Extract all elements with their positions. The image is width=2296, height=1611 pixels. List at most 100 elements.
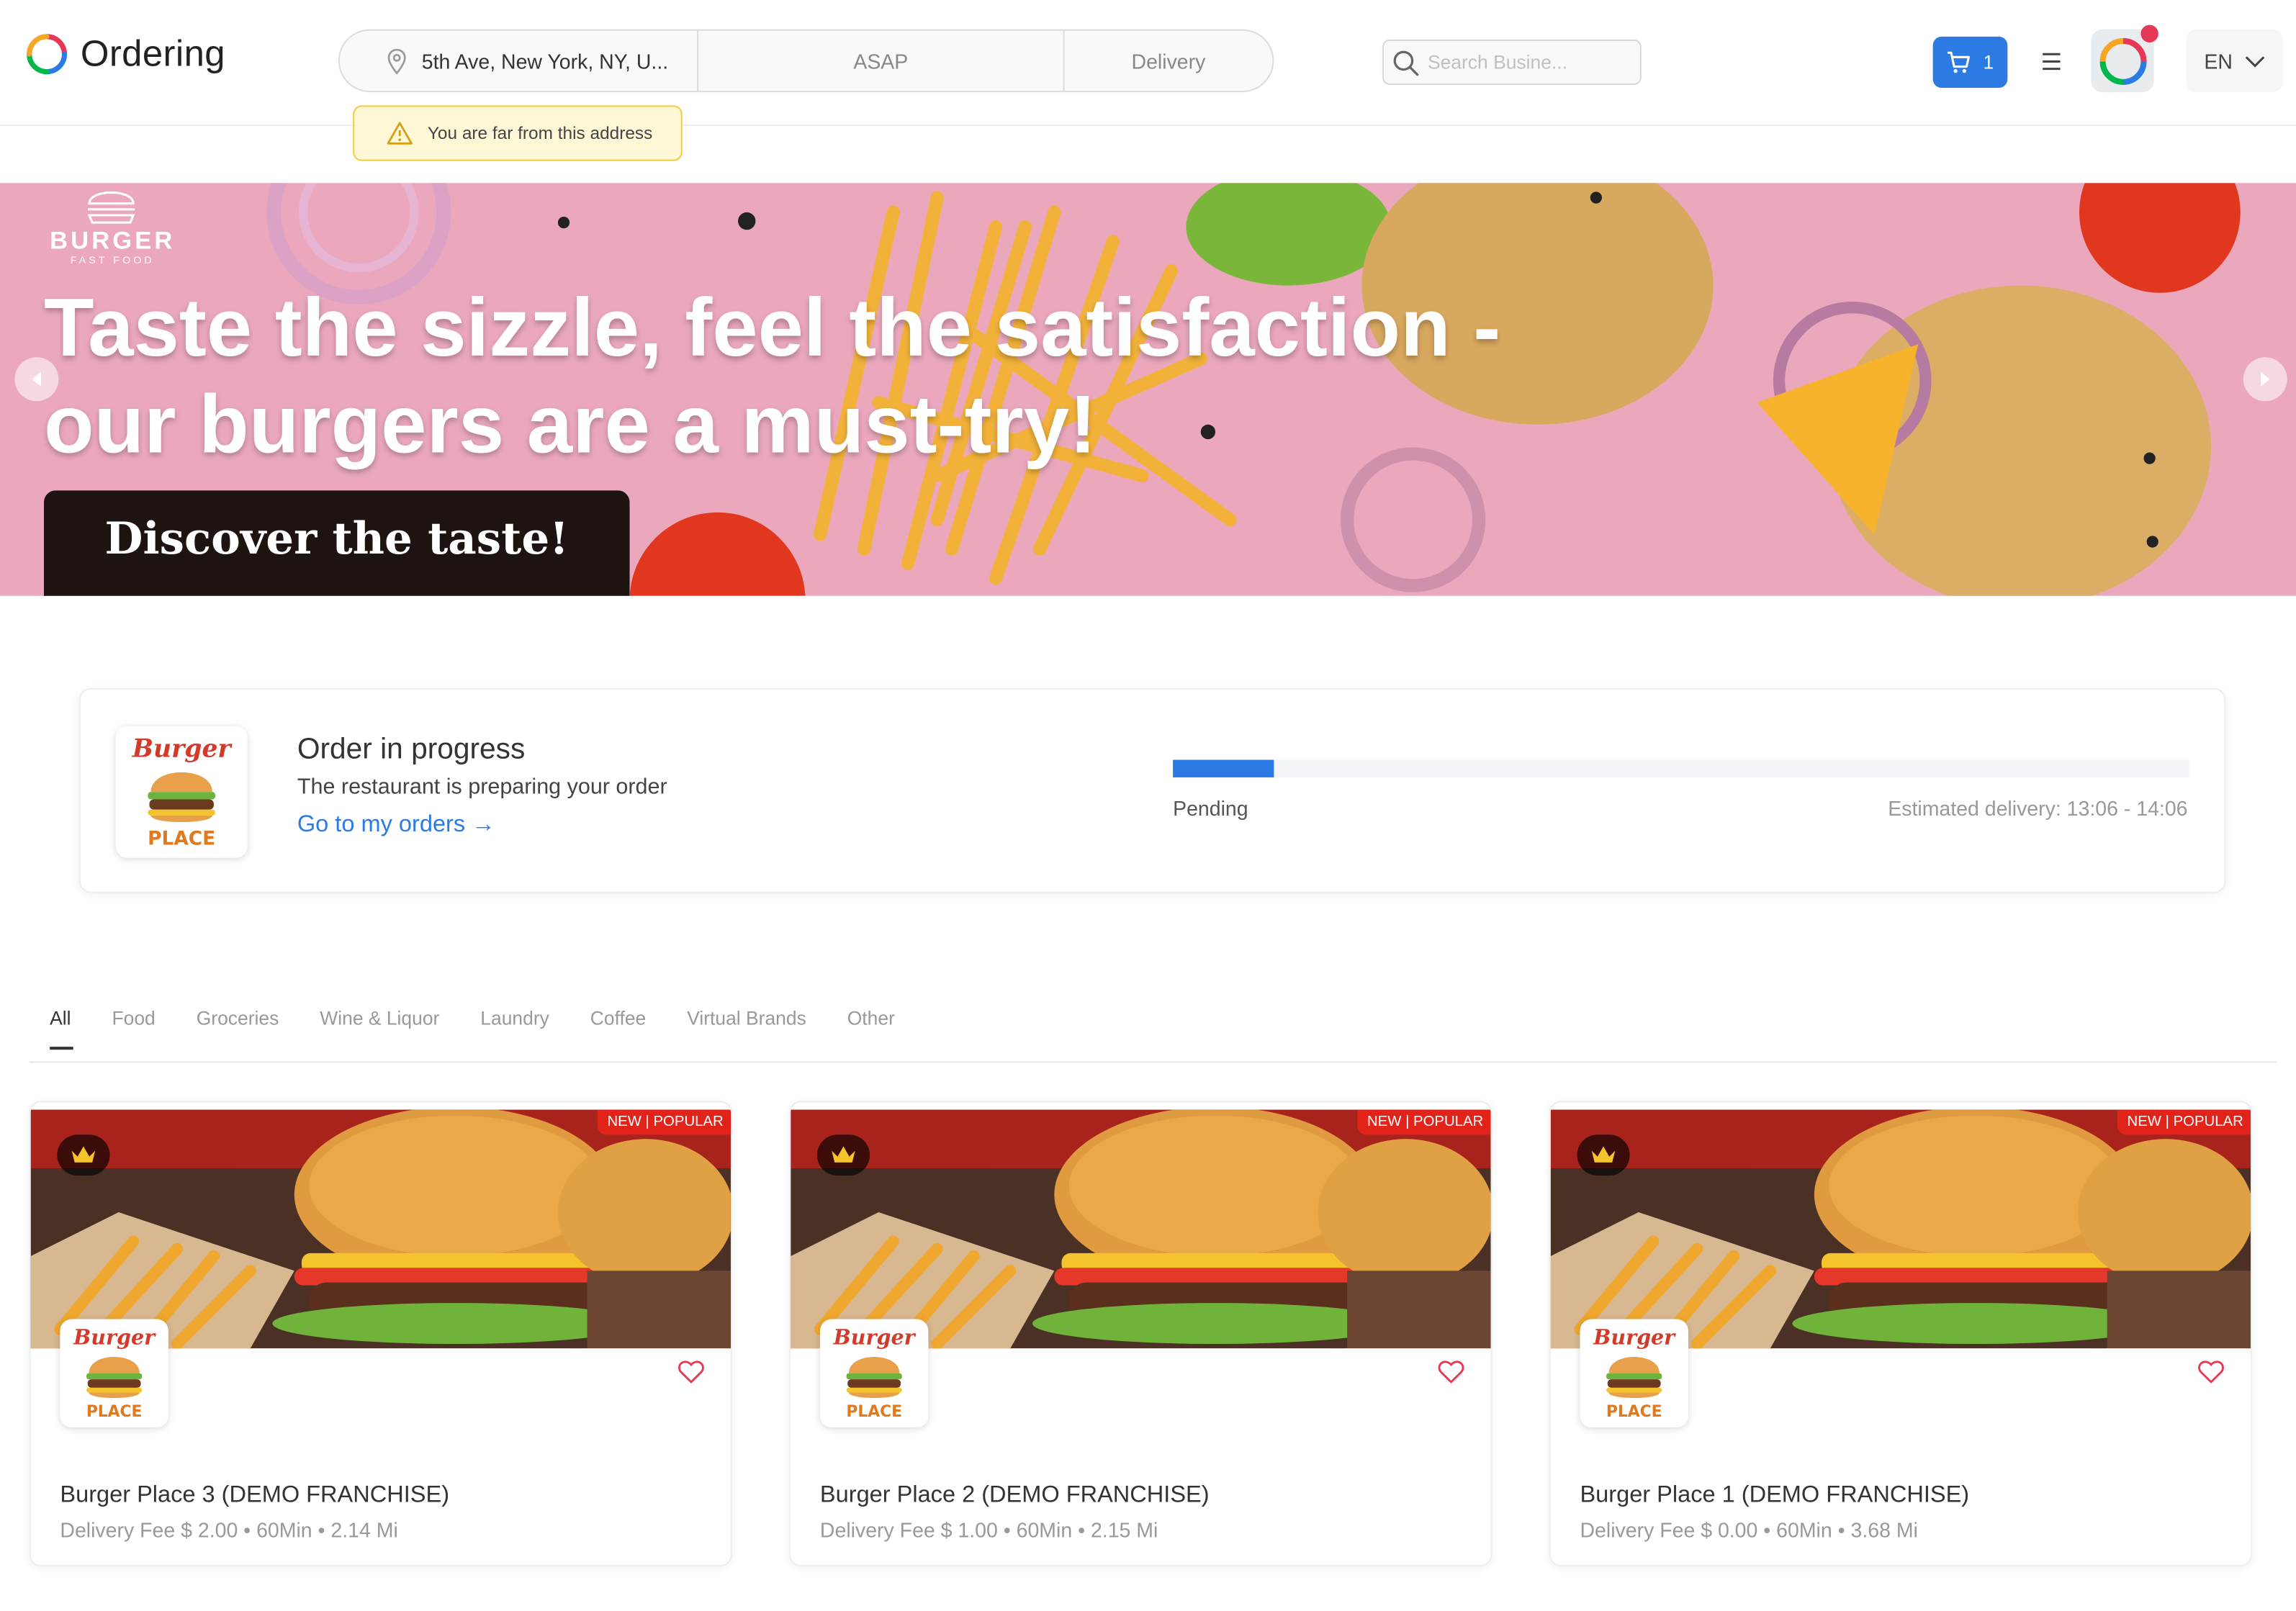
warning-text: You are far from this address [427, 122, 653, 144]
order-eta: Estimated delivery: 13:06 - 14:06 [1888, 796, 2188, 820]
banner-brand-subtitle: FAST FOOD [70, 256, 155, 267]
banner-next-button[interactable] [2243, 357, 2287, 402]
tab-all[interactable]: All [30, 1004, 91, 1061]
cart-icon [1948, 50, 1971, 73]
business-logo: Burger PLACE [1580, 1319, 1688, 1427]
ordering-logo-icon [27, 34, 68, 75]
banner-headline-line1: Taste the sizzle, feel the satisfaction … [44, 281, 1501, 374]
business-meta: Delivery Fee $ 0.00 • 60Min • 3.68 Mi [1580, 1518, 1918, 1542]
business-list: NEW | POPULAR Burger PLACE Burger Place … [29, 1101, 2255, 1569]
address-warning: You are far from this address [353, 105, 683, 161]
favorite-button[interactable] [2198, 1360, 2225, 1391]
order-title: Order in progress [297, 733, 526, 766]
business-name[interactable]: Burger Place 2 (DEMO FRANCHISE) [820, 1483, 1210, 1510]
logo-word-top: Burger [73, 1325, 156, 1350]
burger-place-logo-icon: Burger PLACE [73, 1325, 156, 1422]
business-badge: NEW | POPULAR [597, 1109, 731, 1135]
logo-word-bottom: PLACE [1606, 1403, 1662, 1421]
language-selector[interactable]: EN [2186, 29, 2283, 93]
business-card[interactable]: NEW | POPULAR Burger PLACE Burger Place … [1549, 1101, 2252, 1567]
language-value: EN [2204, 49, 2233, 73]
business-logo: Burger PLACE [819, 1319, 929, 1427]
burger-photo-illustration [30, 1109, 731, 1349]
featured-crown-badge [816, 1134, 870, 1176]
burger-outline-icon [87, 191, 135, 224]
tab-food[interactable]: Food [91, 1004, 176, 1061]
favorite-button[interactable] [678, 1360, 705, 1391]
logo-word-top: Burger [1593, 1325, 1676, 1350]
crown-icon [832, 1146, 855, 1163]
time-value: ASAP [853, 49, 909, 73]
business-card[interactable]: NEW | POPULAR Burger PLACE Burger Place … [29, 1101, 732, 1567]
address-selector[interactable]: 5th Ave, New York, NY, U... [340, 30, 699, 91]
user-avatar[interactable] [2091, 24, 2158, 93]
chevron-left-icon [32, 371, 41, 387]
business-badge: NEW | POPULAR [2117, 1109, 2251, 1135]
top-header: Ordering 5th Ave, New York, NY, U... ASA… [0, 0, 2296, 126]
time-selector[interactable]: ASAP [698, 30, 1065, 91]
tab-wine-liquor[interactable]: Wine & Liquor [300, 1004, 460, 1061]
business-cover-image: NEW | POPULAR [791, 1109, 1491, 1349]
heart-icon [678, 1360, 704, 1384]
crown-icon [71, 1146, 96, 1163]
delivery-mode-selector[interactable]: Delivery [1065, 31, 1273, 91]
business-logo: Burger PLACE [115, 726, 248, 858]
business-name[interactable]: Burger Place 1 (DEMO FRANCHISE) [1580, 1483, 1969, 1510]
chevron-right-icon [2261, 371, 2270, 387]
business-meta: Delivery Fee $ 2.00 • 60Min • 2.14 Mi [60, 1518, 398, 1542]
heart-icon [1438, 1360, 1464, 1384]
logo-word-bottom: PLACE [86, 1403, 143, 1421]
delivery-mode-value: Delivery [1131, 49, 1206, 73]
tab-coffee[interactable]: Coffee [570, 1004, 666, 1061]
banner-brand: BURGER FAST FOOD [50, 183, 175, 266]
featured-crown-badge [1577, 1134, 1630, 1176]
featured-crown-badge [57, 1134, 110, 1176]
tab-groceries[interactable]: Groceries [176, 1004, 300, 1061]
banner-brand-title: BURGER [50, 227, 176, 255]
brand-name: Ordering [80, 32, 225, 74]
banner-headline: Taste the sizzle, feel the satisfaction … [44, 279, 1626, 472]
burger-place-logo-icon: Burger PLACE [833, 1325, 917, 1422]
tab-laundry[interactable]: Laundry [460, 1004, 570, 1061]
logo-word-bottom: PLACE [148, 828, 215, 850]
business-cover-image: NEW | POPULAR [30, 1109, 731, 1349]
cart-button[interactable]: 1 [1932, 36, 2008, 89]
business-logo: Burger PLACE [60, 1319, 168, 1427]
burger-place-logo-icon: Burger PLACE [132, 734, 233, 850]
search-input[interactable]: Search Busine... [1382, 39, 1642, 85]
heart-icon [2198, 1360, 2224, 1384]
favorite-button[interactable] [1438, 1360, 1464, 1391]
burger-place-logo-icon: Burger PLACE [1593, 1325, 1676, 1422]
chevron-down-icon [2245, 55, 2264, 67]
logo-word-bottom: PLACE [846, 1403, 902, 1421]
order-context-bar: 5th Ave, New York, NY, U... ASAP Deliver… [338, 29, 1274, 93]
address-value: 5th Ave, New York, NY, U... [421, 49, 669, 73]
burger-photo-illustration [1550, 1109, 2251, 1349]
order-progress-card[interactable]: Burger PLACE Order in progress The resta… [78, 687, 2226, 893]
promo-banner[interactable]: BURGER FAST FOOD Taste the sizzle, feel … [0, 183, 2296, 596]
hamburger-menu-icon [2043, 53, 2061, 71]
crown-icon [1591, 1146, 1616, 1163]
business-card[interactable]: NEW | POPULAR Burger PLACE Burger Place … [789, 1101, 1493, 1567]
search-placeholder: Search Busine... [1427, 51, 1567, 73]
cart-count: 1 [1983, 51, 1994, 73]
go-to-orders-link[interactable]: Go to my orders → [297, 813, 495, 839]
tab-virtual-brands[interactable]: Virtual Brands [667, 1004, 827, 1061]
business-badge: NEW | POPULAR [1356, 1109, 1491, 1135]
burger-photo-illustration [791, 1109, 1491, 1349]
order-progress-fill [1173, 759, 1275, 777]
brand-logo[interactable]: Ordering [25, 32, 225, 76]
business-name[interactable]: Burger Place 3 (DEMO FRANCHISE) [60, 1483, 449, 1510]
tab-other[interactable]: Other [827, 1004, 915, 1061]
banner-cta-button[interactable]: Discover the taste! [44, 490, 630, 596]
logo-word-top: Burger [132, 734, 233, 763]
menu-button[interactable] [2035, 45, 2068, 78]
order-progress-bar [1173, 759, 2189, 777]
warning-icon [387, 122, 413, 145]
banner-prev-button[interactable] [14, 357, 59, 402]
banner-headline-line2: our burgers are a must-try! [44, 377, 1097, 470]
notification-dot [2140, 24, 2158, 42]
category-tabs: All Food Groceries Wine & Liquor Laundry Coff… [29, 1004, 2277, 1063]
order-subtitle: The restaurant is preparing your order [297, 774, 667, 800]
business-cover-image: NEW | POPULAR [1550, 1109, 2251, 1349]
